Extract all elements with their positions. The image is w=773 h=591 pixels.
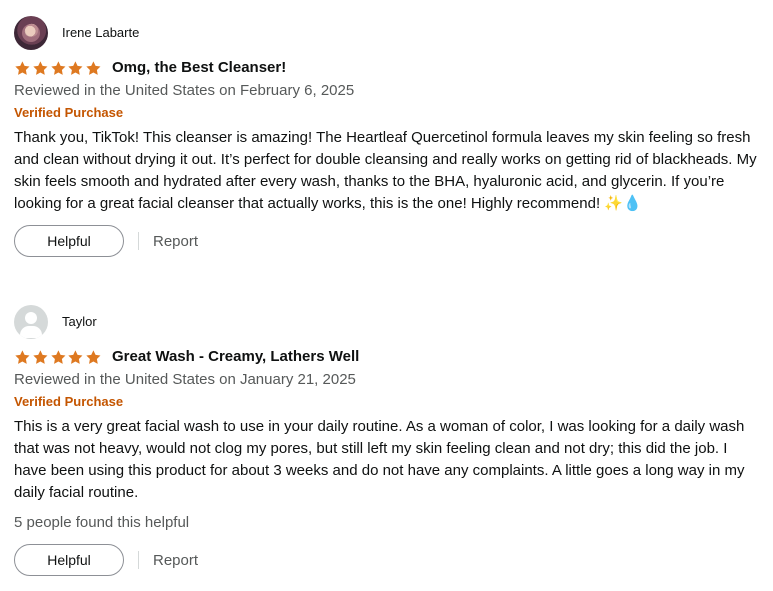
star-icon [68, 349, 83, 364]
five-star-rating [14, 349, 102, 366]
star-icon [50, 60, 66, 75]
action-divider [138, 232, 139, 250]
helpful-button[interactable]: Helpful [14, 225, 124, 257]
reviewer-profile[interactable]: Taylor [14, 305, 759, 339]
five-star-rating [14, 60, 102, 77]
user-body-shape [20, 326, 42, 338]
reviewer-profile[interactable]: Irene Labarte [14, 16, 759, 50]
default-user-icon [14, 305, 48, 339]
helpful-button[interactable]: Helpful [14, 544, 124, 576]
review-date: Reviewed in the United States on January… [14, 371, 356, 388]
report-link[interactable]: Report [153, 552, 198, 569]
review-actions: Helpful Report [14, 225, 759, 257]
review-card: Irene Labarte Omg, the Best Cleanser! Re… [14, 16, 759, 257]
star-icon [15, 60, 30, 75]
review-date: Reviewed in the United States on Februar… [14, 82, 355, 99]
review-actions: Helpful Report [14, 544, 759, 576]
star-icon [50, 349, 66, 364]
review-heading: Omg, the Best Cleanser! [14, 58, 759, 78]
star-icon [86, 349, 101, 364]
star-icon [68, 60, 83, 75]
review-heading: Great Wash - Creamy, Lathers Well [14, 347, 759, 367]
verified-purchase-badge: Verified Purchase [14, 105, 124, 120]
reviewer-name[interactable]: Irene Labarte [62, 25, 139, 41]
review-title-link[interactable]: Omg, the Best Cleanser! [112, 58, 286, 78]
customer-reviews-list: Irene Labarte Omg, the Best Cleanser! Re… [0, 0, 773, 591]
review-card: Taylor Great Wash - Creamy, Lathers Well… [14, 305, 759, 576]
star-icon [33, 349, 48, 364]
star-icon [86, 60, 101, 75]
user-head-shape [25, 312, 37, 324]
verified-purchase-badge: Verified Purchase [14, 394, 124, 409]
star-icon [33, 60, 48, 75]
review-body: Thank you, TikTok! This cleanser is amaz… [14, 129, 757, 212]
action-divider [138, 551, 139, 569]
review-body: This is a very great facial wash to use … [14, 418, 745, 501]
star-icon [15, 349, 30, 364]
report-link[interactable]: Report [153, 233, 198, 250]
reviewer-avatar [14, 16, 48, 50]
review-title-link[interactable]: Great Wash - Creamy, Lathers Well [112, 347, 359, 367]
reviewer-name[interactable]: Taylor [62, 314, 97, 330]
helpful-count: 5 people found this helpful [14, 514, 190, 531]
